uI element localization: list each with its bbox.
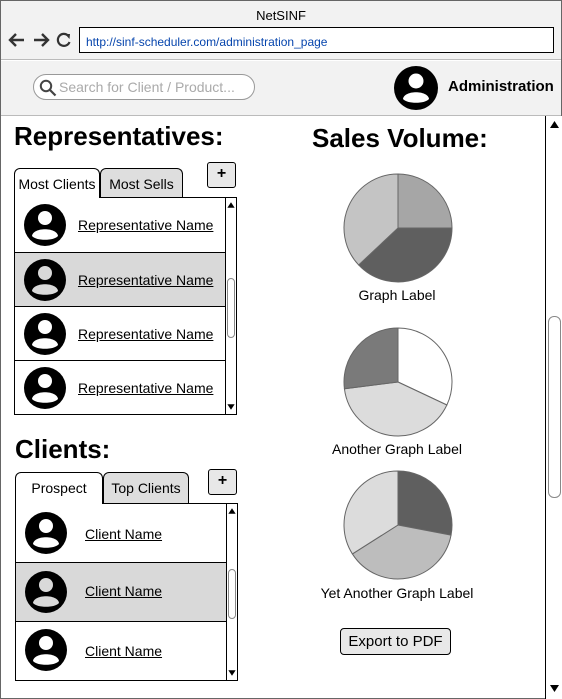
- client-name-link[interactable]: Client Name: [85, 526, 162, 542]
- sales-volume-heading: Sales Volume:: [312, 123, 488, 153]
- pie-chart-1: [343, 173, 453, 283]
- avatar-icon: [24, 313, 66, 355]
- representative-name-link[interactable]: Representative Name: [78, 326, 213, 342]
- browser-window: NetSINF http://sinf-scheduler.com/admini…: [0, 0, 562, 699]
- page-scrollbar[interactable]: [545, 116, 562, 699]
- client-name-link[interactable]: Client Name: [85, 583, 162, 599]
- browser-chrome: NetSINF http://sinf-scheduler.com/admini…: [1, 1, 561, 60]
- scrollbar-thumb[interactable]: [228, 569, 236, 619]
- chart-label-2: Another Graph Label: [332, 441, 462, 457]
- scrollbar-thumb[interactable]: [548, 316, 561, 498]
- tab-most-sells[interactable]: Most Sells: [100, 168, 183, 197]
- export-pdf-button[interactable]: Export to PDF: [340, 628, 451, 655]
- refresh-icon[interactable]: [54, 30, 74, 50]
- scroll-down-arrow-icon[interactable]: [548, 683, 561, 695]
- representative-name-link[interactable]: Representative Name: [78, 272, 213, 288]
- window-title: NetSINF: [256, 8, 306, 23]
- search-icon: [39, 79, 57, 97]
- user-avatar-icon[interactable]: [394, 66, 438, 110]
- clients-list: Client Name Client Name Client Name: [15, 503, 238, 681]
- pie-chart-3: [343, 470, 453, 580]
- list-item[interactable]: Representative Name: [15, 253, 225, 307]
- representatives-scrollbar[interactable]: [225, 198, 236, 414]
- avatar-icon: [25, 512, 67, 554]
- app-header: Search for Client / Product... Administr…: [1, 61, 561, 116]
- tab-top-clients[interactable]: Top Clients: [103, 472, 189, 503]
- clients-heading: Clients:: [15, 434, 111, 464]
- add-representative-button[interactable]: +: [207, 162, 236, 188]
- avatar-icon: [24, 204, 66, 246]
- pie-slice: [397, 173, 453, 229]
- representative-name-link[interactable]: Representative Name: [78, 380, 213, 396]
- list-item[interactable]: Representative Name: [15, 307, 225, 361]
- pie-chart-2: [343, 327, 453, 437]
- list-item[interactable]: Client Name: [16, 563, 226, 622]
- client-name-link[interactable]: Client Name: [85, 643, 162, 659]
- address-bar[interactable]: http://sinf-scheduler.com/administration…: [79, 27, 554, 53]
- chart-label-1: Graph Label: [358, 287, 436, 303]
- search-placeholder: Search for Client / Product...: [59, 79, 235, 95]
- representatives-list: Representative Name Representative Name …: [14, 197, 237, 415]
- representatives-heading: Representatives:: [14, 121, 224, 151]
- scroll-up-arrow-icon[interactable]: [227, 505, 237, 517]
- pie-slice: [397, 470, 453, 536]
- scroll-up-arrow-icon[interactable]: [548, 118, 561, 130]
- list-item[interactable]: Representative Name: [15, 361, 225, 414]
- scroll-down-arrow-icon[interactable]: [227, 667, 237, 679]
- add-client-button[interactable]: +: [208, 469, 237, 495]
- chart-label-3: Yet Another Graph Label: [320, 585, 474, 601]
- pie-slice: [343, 327, 399, 390]
- list-item[interactable]: Representative Name: [15, 198, 225, 253]
- avatar-icon: [25, 629, 67, 671]
- back-arrow-icon[interactable]: [7, 30, 27, 50]
- search-input[interactable]: Search for Client / Product...: [33, 74, 255, 100]
- tab-prospect[interactable]: Prospect: [15, 472, 103, 504]
- forward-arrow-icon[interactable]: [31, 30, 51, 50]
- tab-most-clients[interactable]: Most Clients: [14, 168, 100, 198]
- avatar-icon: [24, 367, 66, 409]
- list-item[interactable]: Client Name: [16, 504, 226, 563]
- user-role-label: Administration: [448, 78, 554, 95]
- scrollbar-thumb[interactable]: [227, 278, 235, 338]
- avatar-icon: [24, 259, 66, 301]
- scroll-down-arrow-icon[interactable]: [226, 401, 236, 413]
- avatar-icon: [25, 571, 67, 613]
- scroll-up-arrow-icon[interactable]: [226, 199, 236, 211]
- representative-name-link[interactable]: Representative Name: [78, 217, 213, 233]
- clients-scrollbar[interactable]: [226, 504, 237, 680]
- list-item[interactable]: Client Name: [16, 622, 226, 680]
